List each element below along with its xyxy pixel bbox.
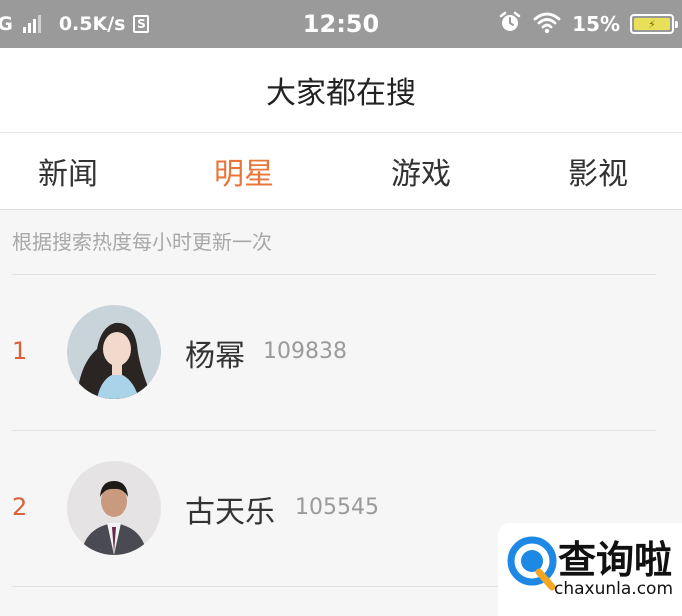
update-hint: 根据搜索热度每小时更新一次: [12, 230, 272, 254]
magnifier-q-logo-icon: [507, 536, 557, 591]
watermark-url: chaxunla.com: [554, 579, 673, 599]
category-tabs: 新闻 明星 游戏 影视: [0, 133, 682, 210]
tab-movies-label: 影视: [568, 157, 628, 192]
search-count: 105545: [295, 495, 379, 520]
celebrity-name: 古天乐: [185, 495, 275, 530]
avatar: [67, 461, 161, 555]
rank-number: 1: [12, 337, 28, 365]
tab-news[interactable]: 新闻: [0, 133, 138, 209]
battery-charging-icon: ⚡: [630, 14, 678, 34]
tab-games[interactable]: 游戏: [351, 133, 491, 209]
tab-games-label: 游戏: [391, 157, 451, 192]
list-item[interactable]: 1 杨幂 109838: [0, 275, 682, 431]
watermark: 查询啦 chaxunla.com: [498, 523, 682, 616]
celebrity-name: 杨幂: [185, 339, 245, 374]
page-title-text: 大家都在搜: [266, 76, 416, 111]
watermark-logo-text: 查询啦: [558, 538, 673, 582]
battery-percent: 15%: [572, 12, 620, 36]
page-title: 大家都在搜: [0, 48, 682, 133]
status-bar: 3G 0.5K/s S 12:50: [0, 0, 682, 48]
status-right: 15% ⚡: [498, 0, 678, 48]
wifi-icon: [532, 10, 562, 39]
tab-celebrities-label: 明星: [214, 157, 274, 192]
tab-celebrities[interactable]: 明星: [174, 133, 314, 209]
tab-movies[interactable]: 影视: [528, 133, 668, 209]
tab-news-label: 新闻: [38, 157, 98, 192]
search-count: 109838: [263, 339, 347, 364]
rank-number: 2: [12, 493, 28, 521]
alarm-clock-icon: [498, 10, 522, 39]
clock: 12:50: [302, 10, 380, 38]
screen: 3G 0.5K/s S 12:50: [0, 0, 682, 616]
avatar: [67, 305, 161, 399]
